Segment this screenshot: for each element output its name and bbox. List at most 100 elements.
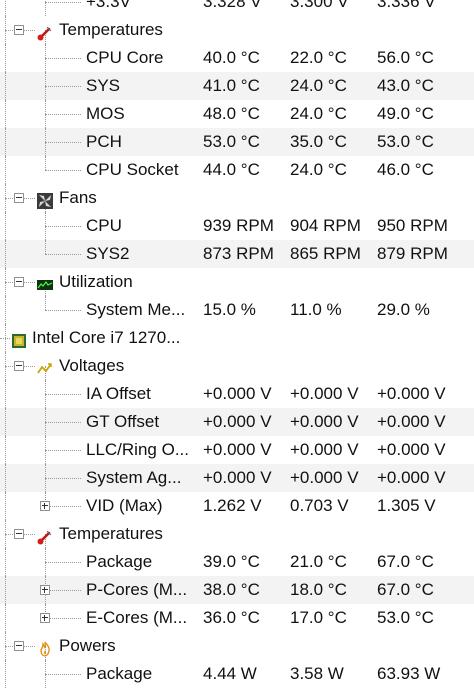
minimum-value: +0.000 V: [290, 384, 359, 403]
sensor-label: CPU Core: [86, 48, 164, 67]
tree-connector: [45, 310, 81, 311]
usage-graph-icon: [37, 274, 53, 290]
sensor-label: Package: [86, 664, 153, 683]
tree-connector: [45, 296, 46, 310]
sensor-row[interactable]: CPU Core 40.0 °C 22.0 °C 56.0 °C: [0, 44, 474, 72]
sensor-row[interactable]: SYS 41.0 °C 24.0 °C 43.0 °C: [0, 72, 474, 100]
tree-connector: [0, 338, 10, 339]
sensor-label: MOS: [86, 104, 125, 123]
tree-connector: [45, 506, 81, 507]
expand-toggle-icon[interactable]: [40, 585, 50, 595]
sensor-row[interactable]: VID (Max) 1.262 V 0.703 V 1.305 V: [0, 492, 474, 520]
current-value: 41.0 °C: [203, 76, 260, 95]
sensor-label: +3.3V: [86, 0, 131, 11]
maximum-value: 53.0 °C: [377, 608, 434, 627]
tree-connector: [5, 464, 6, 492]
device-row[interactable]: Intel Core i7 1270...: [0, 324, 474, 352]
collapse-toggle-icon[interactable]: [14, 277, 24, 287]
minimum-value: 24.0 °C: [290, 76, 347, 95]
sensor-row[interactable]: GT Offset +0.000 V +0.000 V +0.000 V: [0, 408, 474, 436]
cpu-chip-icon: [11, 330, 27, 348]
sensor-row[interactable]: Package 4.44 W 3.58 W 63.93 W: [0, 660, 474, 688]
current-value: 15.0 %: [203, 300, 256, 319]
tree-connector: [45, 254, 81, 255]
expand-toggle-icon[interactable]: [40, 501, 50, 511]
maximum-value: 3.336 V: [377, 0, 436, 11]
tree-connector: [5, 156, 6, 184]
collapse-toggle-icon[interactable]: [14, 641, 24, 651]
tree-connector: [5, 408, 6, 436]
sensor-label: System Ag...: [86, 468, 182, 487]
sensor-group-row[interactable]: Temperatures: [0, 520, 474, 548]
power-flame-icon: [37, 638, 53, 657]
tree-connector: [5, 492, 6, 520]
maximum-value: 29.0 %: [377, 300, 430, 319]
sensor-group-row[interactable]: Fans: [0, 184, 474, 212]
sensor-label: P-Cores (M...: [86, 580, 188, 599]
sensor-group-row[interactable]: Powers: [0, 632, 474, 660]
sensor-label: Package: [86, 552, 153, 571]
sensor-row[interactable]: CPU Socket 44.0 °C 24.0 °C 46.0 °C: [0, 156, 474, 184]
sensor-row[interactable]: P-Cores (M... 38.0 °C 18.0 °C 67.0 °C: [0, 576, 474, 604]
sensor-row[interactable]: IA Offset +0.000 V +0.000 V +0.000 V: [0, 380, 474, 408]
fan-icon: [37, 190, 53, 209]
sensor-group-label: Powers: [59, 636, 116, 655]
sensor-row[interactable]: Package 39.0 °C 21.0 °C 67.0 °C: [0, 548, 474, 576]
tree-connector: [5, 212, 6, 240]
collapse-toggle-icon[interactable]: [14, 193, 24, 203]
tree-connector: [5, 0, 6, 16]
current-value: 40.0 °C: [203, 48, 260, 67]
collapse-toggle-icon[interactable]: [14, 529, 24, 539]
sensor-row[interactable]: E-Cores (M... 36.0 °C 17.0 °C 53.0 °C: [0, 604, 474, 632]
current-value: 3.328 V: [203, 0, 262, 11]
sensor-row[interactable]: System Ag... +0.000 V +0.000 V +0.000 V: [0, 464, 474, 492]
maximum-value: 49.0 °C: [377, 104, 434, 123]
tree-connector: [45, 562, 81, 563]
current-value: 53.0 °C: [203, 132, 260, 151]
expand-toggle-icon[interactable]: [40, 613, 50, 623]
sensor-group-row[interactable]: Voltages: [0, 352, 474, 380]
minimum-value: 3.58 W: [290, 664, 344, 683]
maximum-value: 1.305 V: [377, 496, 436, 515]
maximum-value: 879 RPM: [377, 244, 448, 263]
sensor-row[interactable]: System Me... 15.0 % 11.0 % 29.0 %: [0, 296, 474, 324]
current-value: +0.000 V: [203, 412, 272, 431]
sensor-row[interactable]: PCH 53.0 °C 35.0 °C 53.0 °C: [0, 128, 474, 156]
minimum-value: 22.0 °C: [290, 48, 347, 67]
minimum-value: 0.703 V: [290, 496, 349, 515]
minimum-value: 18.0 °C: [290, 580, 347, 599]
maximum-value: 56.0 °C: [377, 48, 434, 67]
tree-connector: [5, 296, 6, 324]
sensor-label: SYS2: [86, 244, 130, 263]
sensor-row[interactable]: CPU 939 RPM 904 RPM 950 RPM: [0, 212, 474, 240]
current-value: +0.000 V: [203, 384, 272, 403]
current-value: 48.0 °C: [203, 104, 260, 123]
minimum-value: 21.0 °C: [290, 552, 347, 571]
tree-connector: [5, 100, 6, 128]
collapse-toggle-icon[interactable]: [14, 25, 24, 35]
maximum-value: +0.000 V: [377, 412, 446, 431]
sensor-row[interactable]: MOS 48.0 °C 24.0 °C 49.0 °C: [0, 100, 474, 128]
thermometer-icon: [37, 22, 53, 41]
maximum-value: 67.0 °C: [377, 552, 434, 571]
sensor-group-row[interactable]: Temperatures: [0, 16, 474, 44]
sensor-row[interactable]: SYS2 873 RPM 865 RPM 879 RPM: [0, 240, 474, 268]
current-value: 39.0 °C: [203, 552, 260, 571]
tree-connector: [5, 240, 6, 268]
sensor-group-label: Temperatures: [59, 524, 163, 543]
tree-connector: [5, 380, 6, 408]
sensor-label: E-Cores (M...: [86, 608, 188, 627]
minimum-value: +0.000 V: [290, 440, 359, 459]
current-value: 36.0 °C: [203, 608, 260, 627]
sensor-group-row[interactable]: Utilization: [0, 268, 474, 296]
sensor-group-label: Utilization: [59, 272, 133, 291]
maximum-value: 67.0 °C: [377, 580, 434, 599]
sensor-label: LLC/Ring O...: [86, 440, 189, 459]
sensor-row[interactable]: LLC/Ring O... +0.000 V +0.000 V +0.000 V: [0, 436, 474, 464]
tree-connector: [45, 226, 81, 227]
sensor-row[interactable]: +3.3V 3.328 V 3.300 V 3.336 V: [0, 0, 474, 16]
tree-connector: [5, 44, 6, 72]
minimum-value: +0.000 V: [290, 412, 359, 431]
collapse-toggle-icon[interactable]: [14, 361, 24, 371]
minimum-value: 11.0 %: [290, 300, 342, 319]
